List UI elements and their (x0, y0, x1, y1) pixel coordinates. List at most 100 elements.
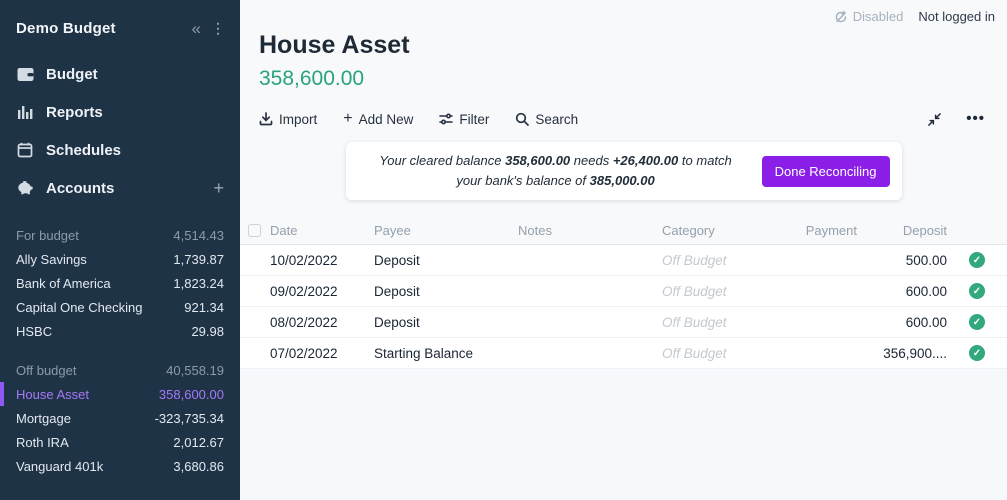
sidebar: Demo Budget « ⋮ Budget Reports (0, 0, 240, 500)
collapse-transactions-icon[interactable] (927, 112, 942, 127)
account-name: Off budget (16, 363, 76, 378)
app-window: Demo Budget « ⋮ Budget Reports (0, 0, 1007, 500)
transaction-category[interactable]: Off Budget (662, 253, 757, 268)
sidebar-item-budget[interactable]: Budget (0, 55, 240, 93)
sidebar-nav: Budget Reports Schedules Accounts + (0, 55, 240, 207)
bar-chart-icon (16, 103, 34, 121)
account-item-house-asset[interactable]: House Asset 358,600.00 (0, 382, 240, 406)
account-balance: 358,600.00 (159, 387, 224, 402)
cleared-check-icon[interactable]: ✓ (969, 314, 985, 330)
account-group-for-budget[interactable]: For budget 4,514.43 (0, 223, 240, 247)
transaction-date[interactable]: 09/02/2022 (270, 284, 374, 299)
calendar-icon (16, 141, 34, 159)
transaction-payee[interactable]: Deposit (374, 253, 518, 268)
account-item-mortgage[interactable]: Mortgage -323,735.34 (0, 406, 240, 430)
sidebar-item-label: Schedules (46, 142, 121, 159)
page-header: House Asset 358,600.00 (240, 31, 1007, 91)
account-item-bank-of-america[interactable]: Bank of America 1,823.24 (0, 271, 240, 295)
table-empty-area (240, 369, 1007, 500)
import-button[interactable]: Import (259, 112, 317, 127)
page-title[interactable]: House Asset (259, 31, 1007, 60)
transaction-date[interactable]: 10/02/2022 (270, 253, 374, 268)
transaction-deposit[interactable]: 500.00 (857, 253, 947, 268)
add-new-button[interactable]: + Add New (343, 110, 413, 128)
account-item-hsbc[interactable]: HSBC 29.98 (0, 319, 240, 343)
account-balance: 1,739.87 (173, 252, 224, 267)
transaction-category[interactable]: Off Budget (662, 284, 757, 299)
account-name: Mortgage (16, 411, 71, 426)
column-header-deposit[interactable]: Deposit (857, 223, 947, 238)
sync-status-label: Disabled (853, 9, 904, 24)
account-balance: -323,735.34 (155, 411, 224, 426)
table-header-row: Date Payee Notes Category Payment Deposi… (240, 217, 1007, 245)
transaction-date[interactable]: 07/02/2022 (270, 346, 374, 361)
login-status-button[interactable]: Not logged in (918, 9, 995, 24)
sidebar-item-label: Reports (46, 104, 103, 121)
transaction-deposit[interactable]: 600.00 (857, 284, 947, 299)
transactions-toolbar: Import + Add New Filter Search (240, 110, 1007, 128)
column-header-payee[interactable]: Payee (374, 223, 518, 238)
filter-button[interactable]: Filter (439, 112, 489, 127)
transaction-row[interactable]: 07/02/2022 Starting Balance Off Budget 3… (240, 338, 1007, 369)
account-item-vanguard-401k[interactable]: Vanguard 401k 3,680.86 (0, 454, 240, 478)
import-icon (259, 112, 273, 126)
account-balance: 921.34 (184, 300, 224, 315)
transactions-table: Date Payee Notes Category Payment Deposi… (240, 217, 1007, 369)
cleared-balance-amount: 358,600.00 (505, 153, 570, 168)
wallet-icon (16, 65, 34, 83)
sync-disabled-icon (834, 10, 848, 24)
account-item-roth-ira[interactable]: Roth IRA 2,012.67 (0, 430, 240, 454)
transaction-payee[interactable]: Deposit (374, 284, 518, 299)
budget-file-title[interactable]: Demo Budget (16, 20, 116, 37)
account-item-capital-one-checking[interactable]: Capital One Checking 921.34 (0, 295, 240, 319)
sidebar-item-label: Budget (46, 66, 98, 83)
sidebar-menu-icon[interactable]: ⋮ (211, 20, 226, 37)
sync-button[interactable]: Disabled (834, 9, 904, 24)
transaction-row[interactable]: 09/02/2022 Deposit Off Budget 600.00 ✓ (240, 276, 1007, 307)
transaction-row[interactable]: 10/02/2022 Deposit Off Budget 500.00 ✓ (240, 245, 1007, 276)
plus-icon: + (343, 110, 352, 128)
select-all-checkbox[interactable] (248, 224, 261, 237)
cleared-check-icon[interactable]: ✓ (969, 345, 985, 361)
transaction-row[interactable]: 08/02/2022 Deposit Off Budget 600.00 ✓ (240, 307, 1007, 338)
account-balance: 3,680.86 (173, 459, 224, 474)
account-item-ally-savings[interactable]: Ally Savings 1,739.87 (0, 247, 240, 271)
sidebar-item-reports[interactable]: Reports (0, 93, 240, 131)
transaction-payee[interactable]: Deposit (374, 315, 518, 330)
add-account-icon[interactable]: + (213, 178, 224, 199)
transaction-deposit[interactable]: 600.00 (857, 315, 947, 330)
transaction-deposit[interactable]: 356,900.... (857, 346, 947, 361)
needed-amount: +26,400.00 (613, 153, 678, 168)
top-bar: Disabled Not logged in (240, 0, 1007, 24)
add-new-label: Add New (359, 112, 414, 127)
reconcile-banner: Your cleared balance 358,600.00 needs +2… (346, 142, 902, 200)
transaction-category[interactable]: Off Budget (662, 315, 757, 330)
cleared-check-icon[interactable]: ✓ (969, 252, 985, 268)
account-list: For budget 4,514.43 Ally Savings 1,739.8… (0, 223, 240, 478)
account-balance-total[interactable]: 358,600.00 (259, 67, 1007, 91)
column-header-payment[interactable]: Payment (757, 223, 857, 238)
cleared-check-icon[interactable]: ✓ (969, 283, 985, 299)
transaction-date[interactable]: 08/02/2022 (270, 315, 374, 330)
main-content: Disabled Not logged in House Asset 358,6… (240, 0, 1007, 500)
account-name: Roth IRA (16, 435, 69, 450)
transaction-payee[interactable]: Starting Balance (374, 346, 518, 361)
column-header-category[interactable]: Category (662, 223, 757, 238)
done-reconciling-button[interactable]: Done Reconciling (762, 156, 890, 187)
account-balance: 29.98 (191, 324, 224, 339)
account-balance: 40,558.19 (166, 363, 224, 378)
import-label: Import (279, 112, 317, 127)
search-button[interactable]: Search (515, 112, 578, 127)
column-header-date[interactable]: Date (270, 223, 374, 238)
sidebar-item-schedules[interactable]: Schedules (0, 131, 240, 169)
filter-label: Filter (459, 112, 489, 127)
more-options-icon[interactable]: ••• (966, 116, 985, 122)
account-name: Vanguard 401k (16, 459, 103, 474)
account-balance: 4,514.43 (173, 228, 224, 243)
column-header-notes[interactable]: Notes (518, 223, 662, 238)
account-group-off-budget[interactable]: Off budget 40,558.19 (0, 358, 240, 382)
piggy-bank-icon (16, 179, 34, 197)
collapse-sidebar-icon[interactable]: « (192, 20, 201, 37)
sidebar-item-accounts[interactable]: Accounts + (0, 169, 240, 207)
transaction-category[interactable]: Off Budget (662, 346, 757, 361)
